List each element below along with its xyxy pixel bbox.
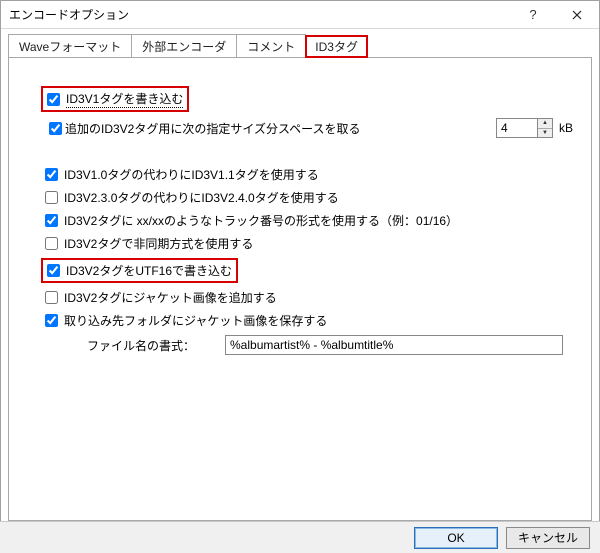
spinner-extra-space: ▲ ▼ bbox=[496, 118, 553, 138]
checkbox-use-v11[interactable] bbox=[45, 168, 58, 181]
tab-id3tag[interactable]: ID3タグ bbox=[305, 35, 368, 58]
button-bar: OK キャンセル bbox=[0, 521, 600, 553]
help-icon: ? bbox=[529, 7, 536, 22]
label-extra-space-unit: kB bbox=[559, 121, 573, 135]
tabstrip: Waveフォーマット 外部エンコーダ コメント ID3タグ bbox=[8, 35, 592, 57]
tab-external-encoder[interactable]: 外部エンコーダ bbox=[131, 34, 237, 58]
input-filename-format[interactable] bbox=[225, 335, 563, 355]
cancel-button[interactable]: キャンセル bbox=[506, 527, 590, 549]
titlebar: エンコードオプション ? bbox=[1, 1, 599, 29]
option-use-v11: ID3V1.0タグの代わりにID3V1.1タグを使用する bbox=[45, 166, 573, 183]
option-unsync: ID3V2タグで非同期方式を使用する bbox=[45, 235, 573, 252]
option-track-format: ID3V2タグに xx/xxのようなトラック番号の形式を使用する（例：01/16… bbox=[45, 212, 573, 229]
checkbox-write-id3v1[interactable] bbox=[47, 93, 60, 106]
option-save-jacket-folder: 取り込み先フォルダにジャケット画像を保存する bbox=[45, 312, 573, 329]
help-button[interactable]: ? bbox=[511, 1, 555, 29]
checkbox-utf16[interactable] bbox=[47, 264, 60, 277]
content-area: Waveフォーマット 外部エンコーダ コメント ID3タグ ID3V1タグを書き… bbox=[1, 29, 599, 521]
checkbox-save-jacket-folder[interactable] bbox=[45, 314, 58, 327]
close-icon bbox=[572, 10, 582, 20]
label-unsync: ID3V2タグで非同期方式を使用する bbox=[64, 235, 253, 252]
close-button[interactable] bbox=[555, 1, 599, 29]
checkbox-use-v24[interactable] bbox=[45, 191, 58, 204]
option-utf16: ID3V2タグをUTF16で書き込む bbox=[45, 258, 573, 283]
label-utf16: ID3V2タグをUTF16で書き込む bbox=[66, 262, 232, 279]
option-extra-space: 追加のID3V2タグ用に次の指定サイズ分スペースを取る ▲ ▼ kB bbox=[45, 118, 573, 138]
spinner-up[interactable]: ▲ bbox=[538, 119, 552, 129]
label-use-v11: ID3V1.0タグの代わりにID3V1.1タグを使用する bbox=[64, 166, 319, 183]
label-save-jacket-folder: 取り込み先フォルダにジャケット画像を保存する bbox=[64, 312, 327, 329]
tab-comment[interactable]: コメント bbox=[236, 34, 306, 58]
option-write-id3v1: ID3V1タグを書き込む bbox=[45, 86, 573, 112]
checkbox-unsync[interactable] bbox=[45, 237, 58, 250]
label-use-v24: ID3V2.3.0タグの代わりにID3V2.4.0タグを使用する bbox=[64, 189, 339, 206]
ok-button[interactable]: OK bbox=[414, 527, 498, 549]
checkbox-add-jacket[interactable] bbox=[45, 291, 58, 304]
row-filename-format: ファイル名の書式： bbox=[45, 335, 573, 355]
option-add-jacket: ID3V2タグにジャケット画像を追加する bbox=[45, 289, 573, 306]
option-use-v24: ID3V2.3.0タグの代わりにID3V2.4.0タグを使用する bbox=[45, 189, 573, 206]
label-track-format: ID3V2タグに xx/xxのようなトラック番号の形式を使用する（例：01/16… bbox=[64, 212, 458, 229]
label-write-id3v1: ID3V1タグを書き込む bbox=[66, 90, 183, 108]
label-filename-format: ファイル名の書式： bbox=[87, 337, 195, 354]
tab-wave-format[interactable]: Waveフォーマット bbox=[8, 34, 132, 58]
label-add-jacket: ID3V2タグにジャケット画像を追加する bbox=[64, 289, 277, 306]
input-extra-space-kb[interactable] bbox=[496, 118, 538, 138]
spinner-down[interactable]: ▼ bbox=[538, 129, 552, 138]
window-title: エンコードオプション bbox=[9, 6, 511, 23]
label-extra-space: 追加のID3V2タグ用に次の指定サイズ分スペースを取る bbox=[65, 120, 361, 137]
checkbox-track-format[interactable] bbox=[45, 214, 58, 227]
checkbox-extra-space[interactable] bbox=[49, 122, 62, 135]
tab-panel-id3: ID3V1タグを書き込む 追加のID3V2タグ用に次の指定サイズ分スペースを取る… bbox=[8, 57, 592, 521]
